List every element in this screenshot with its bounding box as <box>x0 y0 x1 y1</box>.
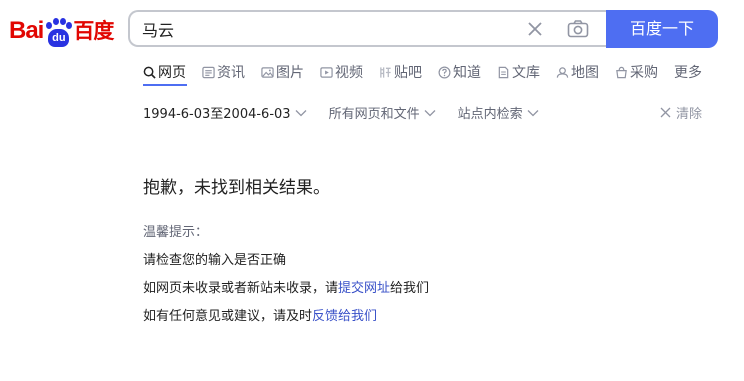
tips-title: 温馨提示： <box>143 225 209 240</box>
clear-input-icon[interactable] <box>526 20 544 38</box>
logo-text-chinese: 百度 <box>73 19 114 43</box>
image-icon <box>261 66 274 78</box>
tab-map[interactable]: 地图 <box>556 60 599 84</box>
tab-label: 图片 <box>276 65 304 81</box>
tab-label: 地图 <box>571 65 599 81</box>
search-filters: 1994-6-03至2004-6-03 所有网页和文件 站点内检索 <box>143 103 561 122</box>
paw-logo-icon: du <box>44 18 73 48</box>
filetype-filter-label: 所有网页和文件 <box>328 107 420 122</box>
submit-url-link[interactable]: 提交网址 <box>338 281 390 296</box>
tab-web[interactable]: 网页 <box>143 60 186 84</box>
search-tabs: 网页 资讯 图片 视频 贴吧 知道 文库 地图 采购 更多 <box>143 60 718 84</box>
tip-text: 如网页未收录或者新站未收录，请 <box>143 281 339 296</box>
tab-purchase[interactable]: 采购 <box>615 60 658 84</box>
map-icon <box>556 66 569 78</box>
site-filter-label: 站点内检索 <box>457 107 523 122</box>
tab-label: 更多 <box>674 65 702 81</box>
search-input[interactable] <box>142 12 502 45</box>
tab-label: 网页 <box>158 65 186 81</box>
tab-news[interactable]: 资讯 <box>202 60 245 84</box>
tab-tieba[interactable]: 贴吧 <box>379 60 422 84</box>
tab-label: 采购 <box>630 65 658 81</box>
baidu-logo[interactable]: Bai du 百度 <box>9 14 114 48</box>
tab-label: 资讯 <box>217 65 245 81</box>
tab-video[interactable]: 视频 <box>320 60 363 84</box>
filetype-filter[interactable]: 所有网页和文件 <box>329 103 436 122</box>
search-box <box>128 10 606 47</box>
camera-icon[interactable] <box>567 19 589 39</box>
tab-wenku[interactable]: 文库 <box>497 60 540 84</box>
feedback-link[interactable]: 反馈给我们 <box>312 309 377 324</box>
tip-submit-url: 如网页未收录或者新站未收录，请提交网址给我们 <box>143 277 429 296</box>
time-filter-label: 1994-6-03至2004-6-03 <box>143 107 291 122</box>
search-icon <box>143 66 156 79</box>
document-icon <box>498 66 509 78</box>
tab-label: 贴吧 <box>394 65 422 81</box>
tip-check-input: 请检查您的输入是否正确 <box>143 253 287 268</box>
tab-label: 知道 <box>453 65 481 81</box>
active-tab-indicator <box>143 84 187 86</box>
chevron-down-icon <box>527 109 539 116</box>
clear-filters-button[interactable]: 清除 <box>660 103 702 122</box>
tieba-icon <box>380 66 391 78</box>
tab-label: 文库 <box>512 65 540 81</box>
tab-images[interactable]: 图片 <box>261 60 304 84</box>
tab-zhidao[interactable]: 知道 <box>438 60 481 84</box>
site-filter[interactable]: 站点内检索 <box>458 103 539 122</box>
search-button[interactable]: 百度一下 <box>606 10 718 48</box>
chevron-down-icon <box>295 109 307 116</box>
tip-text: 如有任何意见或建议，请及时 <box>143 309 313 324</box>
time-filter[interactable]: 1994-6-03至2004-6-03 <box>143 103 307 122</box>
cart-icon <box>616 66 627 78</box>
question-icon <box>438 66 451 78</box>
tab-more[interactable]: 更多 <box>674 60 702 84</box>
chevron-down-icon <box>424 109 436 116</box>
tip-text: 给我们 <box>390 281 430 296</box>
tab-label: 视频 <box>335 65 363 81</box>
no-result-message: 抱歉，未找到相关结果。 <box>143 178 330 198</box>
close-icon <box>660 107 671 118</box>
news-icon <box>202 66 215 78</box>
video-icon <box>320 66 333 78</box>
logo-text-bai: Bai <box>9 17 44 44</box>
tip-feedback: 如有任何意见或建议，请及时反馈给我们 <box>143 305 377 324</box>
clear-filters-label: 清除 <box>676 107 703 122</box>
